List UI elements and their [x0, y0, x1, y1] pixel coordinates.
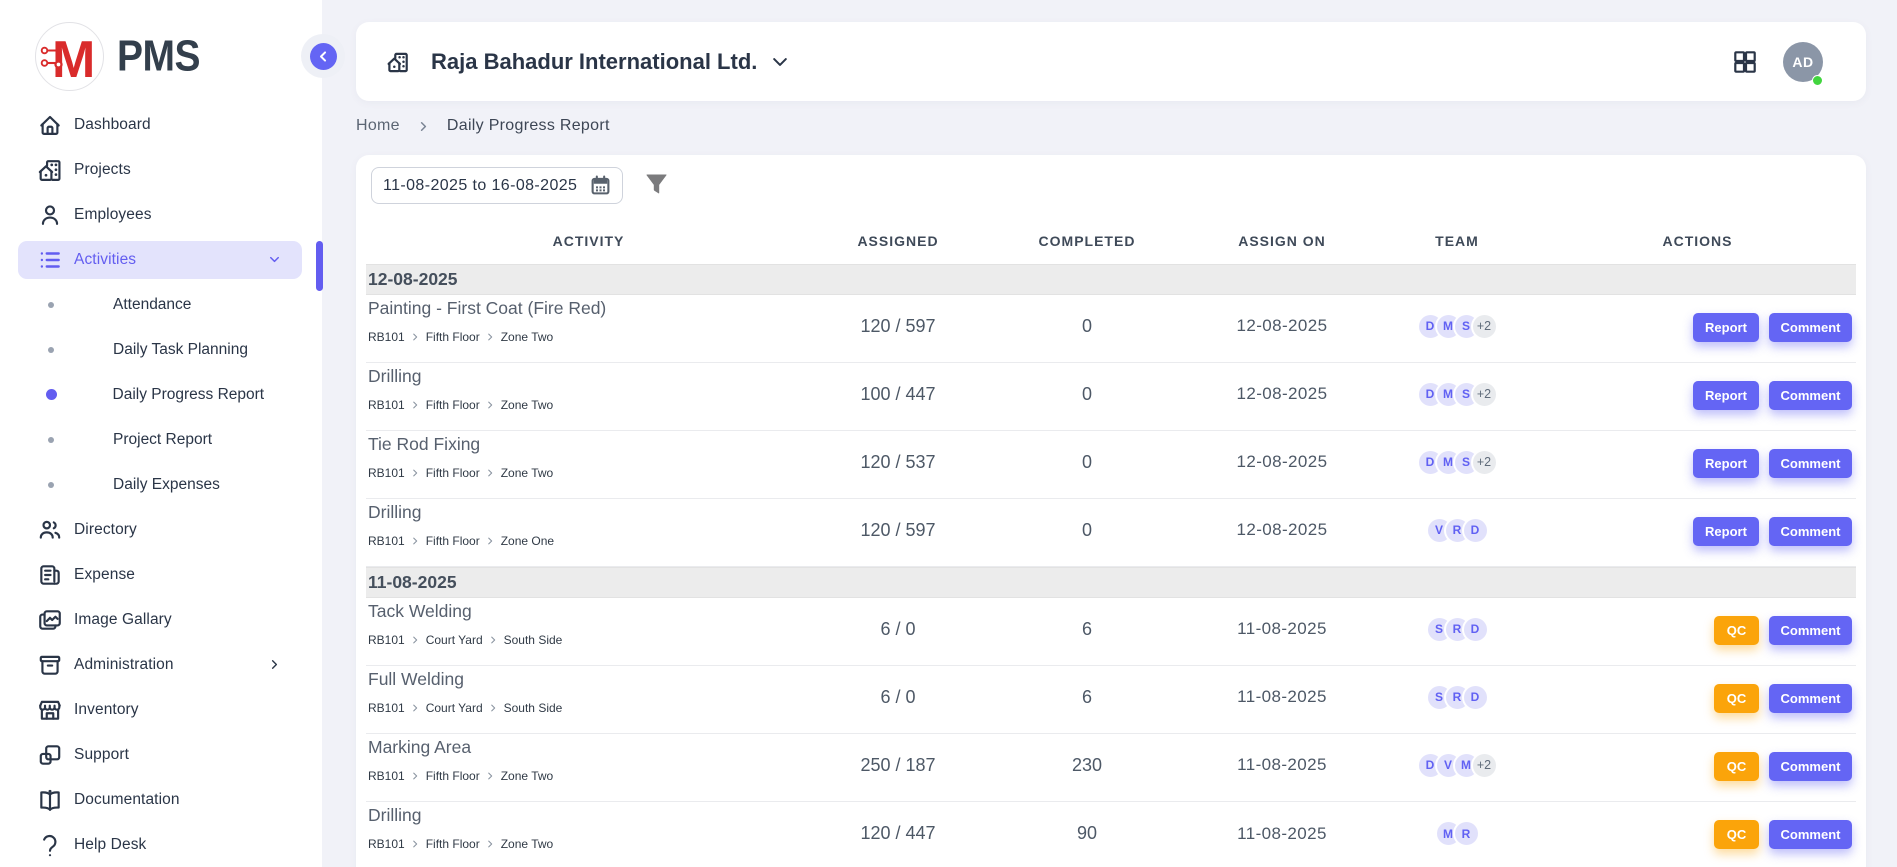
svg-text:M: M [52, 31, 95, 89]
